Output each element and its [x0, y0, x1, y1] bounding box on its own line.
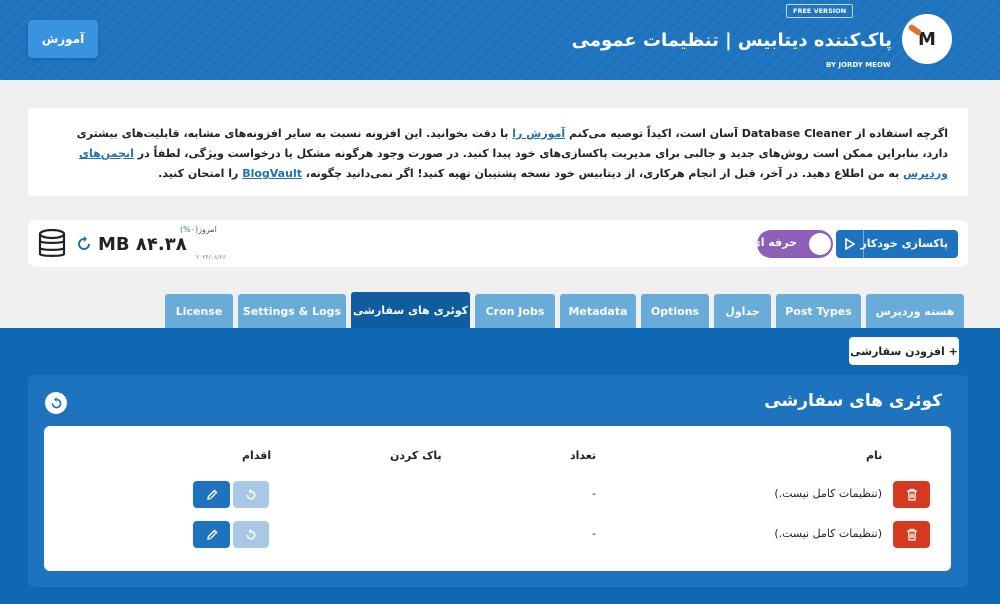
query-count: -: [592, 527, 596, 540]
query-count: -: [592, 487, 596, 500]
card-title: کوئری های سفارشی: [764, 391, 942, 411]
auto-clean-button[interactable]: پاکسازی خودکار: [836, 230, 958, 258]
plugin-logo: M: [902, 14, 952, 64]
edit-query-button[interactable]: [193, 481, 230, 508]
tab-post-types[interactable]: Post Types: [776, 294, 861, 328]
tab-options[interactable]: Options: [641, 294, 709, 328]
notice-text-4: را امتحان کنید.: [158, 167, 243, 180]
trash-icon: [906, 528, 917, 541]
database-size: MB ۸۴.۳۸: [98, 234, 187, 255]
database-stats-bar: MB ۸۴.۳۸ امروز(۰%) ۲۰۲۴/۰۸/۲۶ حرفه ای پا…: [28, 220, 968, 267]
free-version-badge: FREE VERSION: [786, 4, 854, 18]
database-icon: [38, 229, 66, 257]
author-label: BY JORDY MEOW: [826, 61, 891, 69]
page-header: آموزش FREE VERSION پاک‌کننده دیتابیس | ت…: [0, 0, 1000, 80]
query-name: (تنظیمات کامل نیست.): [774, 527, 882, 540]
refresh-icon[interactable]: [76, 236, 92, 252]
reset-icon: [246, 488, 256, 499]
reset-icon[interactable]: [45, 392, 67, 414]
auto-clean-label: پاکسازی خودکار: [860, 237, 948, 250]
pro-mode-toggle[interactable]: حرفه ای: [751, 230, 833, 258]
today-label: امروز: [198, 225, 217, 234]
tab-metadata[interactable]: Metadata: [560, 294, 636, 328]
notice-text-1: اگرچه استفاده از Database Cleaner آسان ا…: [565, 127, 948, 140]
tab-wordpress-core[interactable]: هسته وردپرس: [866, 294, 964, 328]
tab-custom-queries[interactable]: کوئری های سفارشی: [351, 292, 470, 328]
toggle-knob: [809, 233, 831, 255]
delete-query-button[interactable]: [893, 481, 930, 508]
column-header-count: تعداد: [570, 449, 597, 462]
tab-license[interactable]: License: [165, 294, 233, 328]
notice-text-3: به من اطلاع دهید. در آخر، قبل از انجام ه…: [301, 167, 904, 180]
add-custom-query-button[interactable]: + افزودن سفارشی: [849, 337, 959, 365]
column-header-name: نام: [866, 449, 883, 462]
tab-settings-logs[interactable]: Settings & Logs: [238, 294, 346, 328]
today-change: امروز(۰%): [180, 225, 217, 234]
delete-query-button[interactable]: [893, 521, 930, 548]
tutorial-link[interactable]: آموزش را: [512, 127, 565, 140]
tab-tables[interactable]: جداول: [714, 294, 771, 328]
blogvault-link[interactable]: BlogVault: [242, 167, 302, 180]
clean-query-button[interactable]: [233, 521, 269, 548]
column-header-action: اقدام: [242, 449, 272, 462]
tab-cron-jobs[interactable]: Cron Jobs: [475, 294, 555, 328]
pencil-icon: [206, 529, 217, 540]
edit-query-button[interactable]: [193, 521, 230, 548]
query-name: (تنظیمات کامل نیست.): [774, 487, 882, 500]
logo-mark-icon: [907, 23, 923, 37]
pencil-icon: [206, 489, 217, 500]
reset-icon: [246, 528, 256, 539]
clean-query-button[interactable]: [233, 481, 269, 508]
column-header-clean: پاک کردن: [390, 449, 442, 462]
page-title: پاک‌کننده دیتابیس | تنظیمات عمومی: [571, 30, 892, 51]
intro-notice: اگرچه استفاده از Database Cleaner آسان ا…: [28, 108, 968, 196]
last-check-date: ۲۰۲۴/۰۸/۲۶: [196, 254, 226, 261]
pro-toggle-label: حرفه ای: [750, 236, 797, 249]
trash-icon: [906, 488, 917, 501]
today-percent: (۰%): [180, 225, 199, 234]
tutorial-button[interactable]: آموزش: [28, 20, 98, 58]
